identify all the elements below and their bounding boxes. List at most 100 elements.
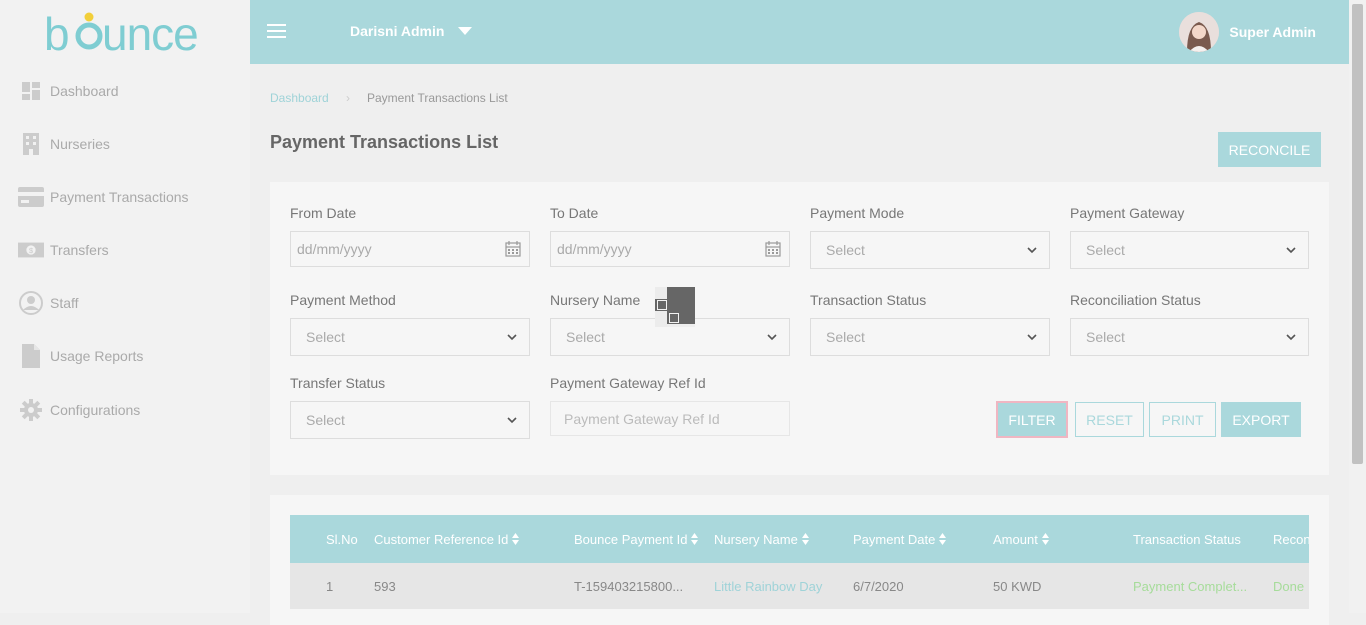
gateway-ref-placeholder: Payment Gateway Ref Id [564,410,720,427]
column-label: Transaction Status [1133,531,1241,547]
sidebar-item-label: Dashboard [50,83,119,99]
payment-method-select[interactable]: Select [290,318,530,356]
sort-icon [1041,533,1049,545]
svg-text:b: b [44,8,69,58]
svg-text:unce: unce [102,8,198,58]
table-row: 1 593 T-159403215800... Little Rainbow D… [290,563,1309,609]
sidebar-item-label: Payment Transactions [50,189,189,205]
reset-button[interactable]: RESET [1075,402,1144,437]
column-label: Nursery Name [714,531,798,547]
calendar-icon[interactable] [505,241,521,257]
sidebar-item-usage-reports[interactable]: Usage Reports [18,342,143,370]
gateway-ref-label: Payment Gateway Ref Id [550,375,706,391]
payment-method-label: Payment Method [290,292,396,308]
sort-icon [512,533,520,545]
to-date-placeholder: dd/mm/yyyy [557,241,632,257]
column-label: Recon [1273,531,1309,547]
user-menu[interactable]: Super Admin [1179,12,1316,52]
avatar [1179,12,1220,52]
payment-mode-select[interactable]: Select [810,231,1050,269]
transaction-status-select[interactable]: Select [810,318,1050,356]
chevron-down-icon [1284,243,1298,257]
chevron-down-icon [505,330,519,344]
page-scrollbar[interactable] [1349,0,1366,613]
column-label: Amount [993,531,1038,547]
sort-icon [939,533,947,545]
column-header-transaction-status: Transaction Status [1133,515,1241,563]
chevron-down-icon [1025,243,1039,257]
sidebar-item-configurations[interactable]: Configurations [18,396,140,424]
from-date-placeholder: dd/mm/yyyy [297,241,372,257]
credit-card-icon [18,185,44,209]
select-value: Select [306,329,345,345]
bounce-logo[interactable]: b unce [44,8,209,60]
select-value: Select [826,242,865,258]
breadcrumb-home[interactable]: Dashboard [270,91,329,105]
sidebar-item-label: Staff [50,295,79,311]
sidebar-item-staff[interactable]: Staff [18,289,79,317]
cell-nursery-name-link[interactable]: Little Rainbow Day [714,563,822,609]
column-header-customer-reference-id[interactable]: Customer Reference Id [374,515,520,563]
breadcrumb-current: Payment Transactions List [367,91,508,105]
column-header-payment-date[interactable]: Payment Date [853,515,947,563]
chevron-down-icon [1284,330,1298,344]
svg-text:$: $ [29,246,33,255]
column-header-bounce-payment-id[interactable]: Bounce Payment Id [574,515,699,563]
column-label: Payment Date [853,531,936,547]
cell-bounce-payment-id: T-159403215800... [574,578,684,594]
table-header: Sl.No Customer Reference Id Bounce Payme… [290,515,1309,563]
column-header-nursery-name[interactable]: Nursery Name [714,515,809,563]
sort-icon [801,533,809,545]
column-header-sl-no: Sl.No [326,515,358,563]
reconcile-button[interactable]: RECONCILE [1218,132,1321,167]
chevron-down-icon [458,27,473,35]
building-icon [18,132,44,156]
filter-button[interactable]: FILTER [996,401,1068,438]
page-title: Payment Transactions List [270,132,499,152]
print-button[interactable]: PRINT [1149,402,1216,437]
chevron-down-icon [505,413,519,427]
scrollbar-thumb[interactable] [1352,4,1363,464]
column-header-reconciliation: Recon [1273,515,1309,563]
from-date-label: From Date [290,205,357,221]
sidebar-item-dashboard[interactable]: Dashboard [18,77,119,105]
from-date-input[interactable]: dd/mm/yyyy [290,231,530,267]
sidebar-item-label: Transfers [50,242,109,258]
transaction-status-label: Transaction Status [810,292,927,308]
gateway-ref-input[interactable]: Payment Gateway Ref Id [550,401,790,436]
sidebar-item-nurseries[interactable]: Nurseries [18,130,110,158]
to-date-label: To Date [550,205,599,221]
top-bar: Darisni Admin Super Admin [250,0,1349,64]
payment-gateway-select[interactable]: Select [1070,231,1309,269]
sidebar-item-label: Usage Reports [50,348,144,364]
chevron-down-icon [1025,330,1039,344]
to-date-input[interactable]: dd/mm/yyyy [550,231,790,267]
select-value: Select [1086,242,1125,258]
nursery-name-label: Nursery Name [550,292,641,308]
column-label: Customer Reference Id [374,531,509,547]
reconciliation-status-select[interactable]: Select [1070,318,1309,356]
menu-toggle-icon[interactable] [267,24,286,38]
org-switcher[interactable]: Darisni Admin [350,23,473,39]
chevron-down-icon [765,330,779,344]
cell-transaction-status: Payment Complet... [1133,578,1248,594]
select-value: Select [566,329,605,345]
org-name: Darisni Admin [350,23,445,39]
file-icon [18,344,44,368]
column-header-amount[interactable]: Amount [993,515,1049,563]
select-value: Select [306,412,345,428]
sidebar: b unce Dashboard Nurseries Payment Trans… [0,0,250,613]
cell-amount: 50 KWD [993,578,1042,594]
calendar-icon[interactable] [765,241,781,257]
breadcrumb-separator: › [346,91,350,105]
transfer-status-select[interactable]: Select [290,401,530,439]
export-button[interactable]: EXPORT [1221,402,1301,437]
sidebar-item-transfers[interactable]: $ Transfers [18,236,109,264]
sort-icon [691,533,699,545]
user-name: Super Admin [1229,24,1316,40]
sidebar-item-payment-transactions[interactable]: Payment Transactions [18,183,189,211]
select-value: Select [826,329,865,345]
column-label: Sl.No [326,531,358,547]
sidebar-item-label: Configurations [50,402,141,418]
payment-gateway-label: Payment Gateway [1070,205,1185,221]
